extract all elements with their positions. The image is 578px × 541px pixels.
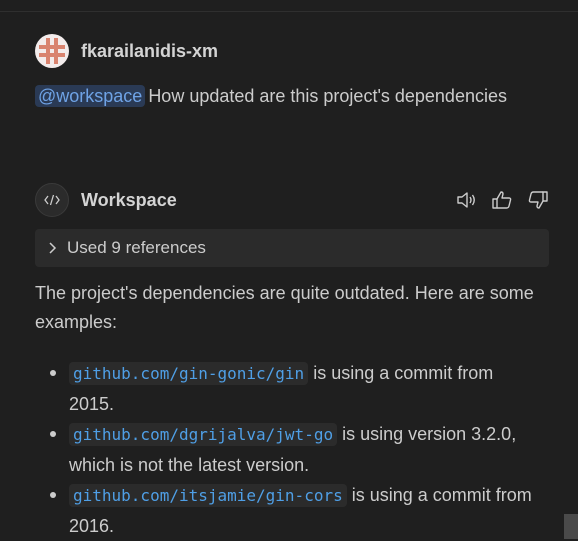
list-item: github.com/gin-gonic/gin is using a comm…	[35, 358, 535, 419]
dependency-list: github.com/gin-gonic/gin is using a comm…	[35, 358, 535, 541]
assistant-header: Workspace	[35, 183, 549, 217]
code-icon	[35, 183, 69, 217]
assistant-name: Workspace	[81, 189, 177, 210]
workspace-mention[interactable]: @workspace	[35, 85, 146, 107]
bullet-dot	[50, 431, 56, 437]
user-avatar	[35, 34, 69, 68]
top-divider	[0, 11, 578, 12]
thumbs-down-icon[interactable]	[527, 189, 549, 211]
user-message-text: How updated are this project's dependenc…	[148, 86, 507, 106]
user-message: @workspace How updated are this project's…	[35, 82, 515, 110]
dependency-link[interactable]: github.com/gin-gonic/gin	[69, 362, 309, 385]
user-message-header: fkarailanidis-xm	[35, 34, 218, 68]
dependency-link[interactable]: github.com/itsjamie/gin-cors	[69, 484, 347, 507]
speaker-icon[interactable]	[455, 189, 477, 211]
references-toggle[interactable]: Used 9 references	[35, 229, 549, 267]
thumbs-up-icon[interactable]	[491, 189, 513, 211]
dependency-link[interactable]: github.com/dgrijalva/jwt-go	[69, 423, 338, 446]
chevron-right-icon	[47, 241, 57, 255]
bullet-dot	[50, 370, 56, 376]
response-actions	[455, 189, 549, 211]
scrollbar-thumb[interactable]	[564, 514, 578, 539]
list-item: github.com/dgrijalva/jwt-go is using ver…	[35, 419, 535, 480]
answer-intro: The project's dependencies are quite out…	[35, 283, 534, 332]
bullet-dot	[50, 492, 56, 498]
list-item: github.com/itsjamie/gin-cors is using a …	[35, 480, 535, 541]
user-name: fkarailanidis-xm	[81, 40, 219, 61]
references-label: Used 9 references	[67, 238, 206, 257]
